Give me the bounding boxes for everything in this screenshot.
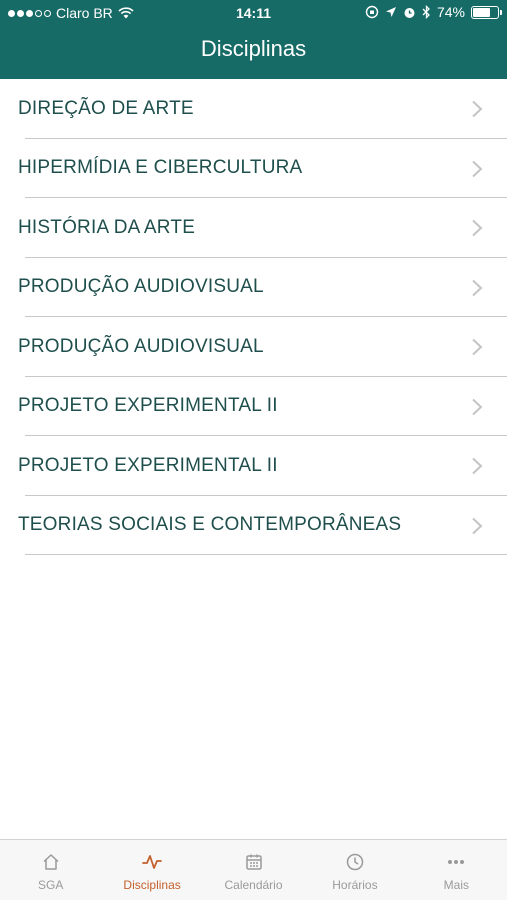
tab-bar: SGA Disciplinas Calendário Horários Mais: [0, 839, 507, 900]
more-icon: [448, 860, 465, 864]
tab-label: SGA: [38, 878, 64, 892]
list-item-label: PRODUÇÃO AUDIOVISUAL: [18, 335, 264, 357]
disciplines-list: DIREÇÃO DE ARTE HIPERMÍDIA E CIBERCULTUR…: [0, 79, 507, 555]
list-item-label: PROJETO EXPERIMENTAL II: [18, 395, 278, 417]
chevron-right-icon: [472, 219, 483, 237]
list-item[interactable]: DIREÇÃO DE ARTE: [0, 79, 507, 139]
screen: Claro BR 14:11 74% Disciplinas DIREÇÃO D…: [0, 0, 507, 900]
list-item-label: TEORIAS SOCIAIS E CONTEMPORÂNEAS: [18, 514, 402, 536]
page-title: Disciplinas: [200, 36, 307, 61]
list-item[interactable]: PROJETO EXPERIMENTAL II: [0, 436, 507, 496]
tab-label: Horários: [332, 878, 378, 892]
status-bar: Claro BR 14:11 74%: [0, 0, 507, 28]
home-icon: [43, 854, 59, 870]
tab-horarios[interactable]: Horários: [304, 840, 405, 900]
chevron-right-icon: [472, 517, 483, 534]
chevron-right-icon: [472, 457, 483, 475]
chevron-right-icon: [472, 279, 483, 296]
header: Claro BR 14:11 74% Disciplinas: [0, 0, 507, 79]
list-item[interactable]: PRODUÇÃO AUDIOVISUAL: [0, 317, 507, 377]
tab-label: Disciplinas: [123, 878, 181, 892]
list-item[interactable]: HISTÓRIA DA ARTE: [0, 198, 507, 258]
clock-icon: [346, 853, 364, 871]
list-item[interactable]: PRODUÇÃO AUDIOVISUAL: [0, 258, 507, 318]
tab-label: Calendário: [224, 878, 283, 892]
tab-sga[interactable]: SGA: [0, 840, 101, 900]
orientation-lock-icon: [365, 5, 379, 19]
alarm-icon: [404, 7, 415, 18]
location-icon: [385, 7, 396, 17]
calendar-icon: [245, 854, 262, 870]
list-item-label: DIREÇÃO DE ARTE: [18, 97, 194, 119]
list-item[interactable]: TEORIAS SOCIAIS E CONTEMPORÂNEAS: [0, 496, 507, 556]
battery-percent: 74%: [436, 4, 465, 20]
battery-icon: [471, 5, 502, 19]
tab-label: Mais: [443, 878, 469, 892]
tab-disciplinas[interactable]: Disciplinas: [101, 840, 202, 900]
status-right: 74%: [365, 4, 502, 20]
bluetooth-icon: [422, 5, 430, 19]
list-item-label: PRODUÇÃO AUDIOVISUAL: [18, 276, 264, 298]
list-item-label: HISTÓRIA DA ARTE: [18, 216, 196, 238]
list-item-label: PROJETO EXPERIMENTAL II: [18, 454, 278, 476]
activity-icon: [142, 855, 163, 869]
list-item-label: HIPERMÍDIA E CIBERCULTURA: [18, 157, 303, 179]
list-item[interactable]: HIPERMÍDIA E CIBERCULTURA: [0, 139, 507, 199]
battery-fill: [473, 7, 491, 17]
chevron-right-icon: [472, 100, 483, 118]
chevron-right-icon: [472, 398, 483, 415]
tab-mais[interactable]: Mais: [406, 840, 507, 900]
tab-calendario[interactable]: Calendário: [203, 840, 304, 900]
chevron-right-icon: [472, 338, 483, 356]
chevron-right-icon: [472, 160, 483, 177]
list-item[interactable]: PROJETO EXPERIMENTAL II: [0, 377, 507, 437]
